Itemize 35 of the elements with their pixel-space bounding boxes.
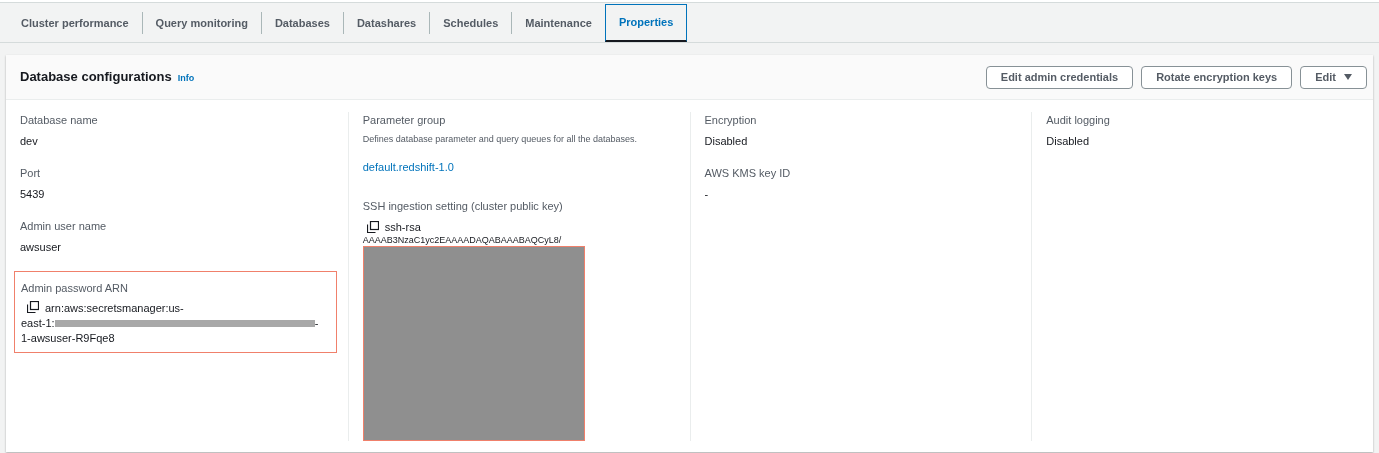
field-label: AWS KMS key ID — [704, 166, 792, 181]
action-button[interactable]: Rotate encryption keys — [1141, 65, 1293, 89]
info-link[interactable]: Info — [177, 72, 195, 86]
panel-title: Database configurations — [20, 68, 172, 87]
field-value: 5439 — [20, 186, 46, 202]
field-value: Disabled — [1046, 133, 1091, 149]
field-label: SSH ingestion setting (cluster public key) — [362, 199, 564, 214]
parameter-group-link[interactable]: default.redshift-1.0 — [362, 161, 454, 173]
tab[interactable]: Properties — [604, 4, 688, 42]
edit-dropdown-button[interactable]: Edit — [1300, 65, 1367, 89]
field-label: Database name — [20, 113, 99, 128]
tab[interactable]: Datashares — [343, 4, 430, 42]
arn-value: - — [314, 315, 319, 331]
field-label: Admin user name — [20, 219, 108, 234]
arn-value: east-1: — [21, 315, 55, 331]
field-value: awsuser — [20, 239, 62, 255]
field-label: Encryption — [704, 113, 758, 128]
key-type: ssh-rsa — [384, 219, 421, 235]
action-button[interactable]: Edit admin credentials — [985, 65, 1134, 89]
field-value: Disabled — [704, 133, 749, 149]
field-label: Port — [20, 166, 42, 181]
field-description: Defines database parameter and query queues for all the databases. — [362, 132, 638, 146]
arn-value: 1-awsuser-R9Fqe8 — [21, 330, 116, 346]
tab[interactable]: Maintenance — [512, 4, 605, 42]
key-value: AAAAB3NzaC1yc2EAAAADAQABAAABAQCyL8/ — [362, 235, 563, 246]
tab[interactable]: Query monitoring — [142, 4, 261, 42]
tab[interactable]: Cluster performance — [8, 4, 142, 42]
field-label: Admin password ARN — [21, 281, 129, 296]
field-label: Parameter group — [362, 113, 447, 128]
field-value: - — [704, 186, 710, 202]
tab[interactable]: Schedules — [430, 4, 512, 42]
field-value: dev — [20, 133, 39, 149]
field-label: Audit logging — [1046, 113, 1111, 128]
tab[interactable]: Databases — [261, 4, 343, 42]
arn-value: arn:aws:secretsmanager:us- — [45, 300, 184, 316]
